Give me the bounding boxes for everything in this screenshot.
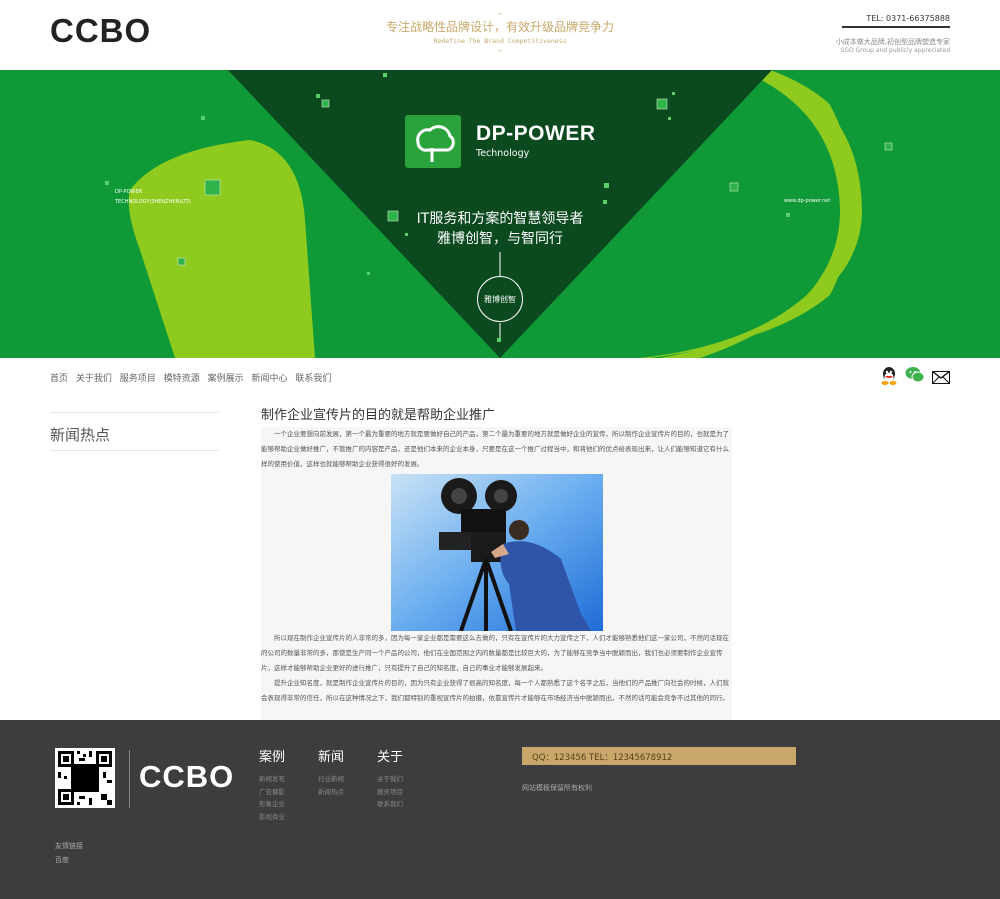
footer-divider: [129, 750, 130, 808]
banner-brand: DP-POWER: [476, 122, 596, 145]
footer-col-about: 关于 关于我们 服务项目 联系我们: [377, 746, 403, 811]
article-paragraph-1: 一个企业要想向前发展，第一个最为重要的地方就是要做好自己的产品，第二个最为重要的…: [261, 430, 729, 468]
article-photo: [390, 474, 603, 631]
footer-link[interactable]: 广告摄影: [259, 786, 285, 799]
wechat-icon[interactable]: [905, 366, 925, 386]
header-tag-en: SGO Group and publicly appreciated: [840, 47, 950, 54]
header-slogan: – 专注战略性品牌设计，有效升级品牌竞争力 Redefine The Brand…: [370, 10, 630, 56]
friend-links: 友情链接 百度: [55, 839, 83, 867]
banner-small-right: www.dp-power.net: [784, 198, 831, 204]
banner-circle-button[interactable]: 雅博创智: [477, 276, 523, 322]
banner-small-left: DP-POWER TECHNOLOGY(SHENZHEN)LTD.: [115, 187, 192, 207]
footer-col-news: 新闻 行业新闻 新闻热点: [318, 746, 344, 798]
friend-link-baidu[interactable]: 百度: [55, 853, 83, 867]
article-paragraph-3: 提升企业知名度，就是制作企业宣传片的目的，因为只有企业获得了很高的知名度，每一个…: [261, 679, 729, 702]
slogan-decoration-bottom: –: [497, 46, 503, 56]
article-title: 制作企业宣传片的目的就是帮助企业推广: [261, 408, 496, 423]
page: CCBO – 专注战略性品牌设计，有效升级品牌竞争力 Redefine The …: [0, 0, 1000, 899]
nav-item-contact[interactable]: 联系我们: [295, 374, 331, 384]
main-nav: 首页 关于我们 服务项目 模特资源 案例展示 新闻中心 联系我们: [50, 371, 336, 385]
nav-item-cases[interactable]: 案例展示: [208, 374, 244, 384]
qr-code: [55, 748, 115, 808]
header-tag-cn: 小成本做大品牌,初创型品牌塑造专家: [835, 38, 950, 46]
footer-link[interactable]: 联系我们: [377, 798, 403, 811]
banner-small-left-2: TECHNOLOGY(SHENZHEN)LTD.: [115, 199, 192, 205]
footer-link[interactable]: 关于我们: [377, 773, 403, 786]
footer-link[interactable]: 形象企业: [259, 798, 285, 811]
sidebar-title: 新闻热点: [50, 426, 111, 444]
site-logo[interactable]: CCBO: [50, 12, 151, 50]
nav-item-about[interactable]: 关于我们: [76, 374, 112, 384]
nav-item-models[interactable]: 模特资源: [164, 374, 200, 384]
footer-link[interactable]: 新闻热点: [318, 786, 344, 799]
header-tel: TEL: 0371-66375888: [842, 14, 950, 28]
slogan-cn: 专注战略性品牌设计，有效升级品牌竞争力: [385, 20, 614, 34]
footer-col-news-title: 新闻: [318, 750, 345, 765]
footer-copyright: 网站模板保留所有权利: [522, 784, 592, 792]
banner-small-left-1: DP-POWER: [115, 189, 143, 195]
footer-link[interactable]: 影视商业: [259, 811, 285, 824]
slogan-decoration: –: [497, 9, 503, 19]
site-footer: CCBO 案例 新闻发布 广告摄影 形象企业 影视商业 新闻 行业新闻 新闻热点…: [0, 720, 1000, 899]
footer-link[interactable]: 行业新闻: [318, 773, 344, 786]
friend-links-title: 友情链接: [55, 842, 83, 850]
nav-item-news[interactable]: 新闻中心: [251, 374, 287, 384]
footer-link[interactable]: 新闻发布: [259, 773, 285, 786]
footer-contact-bar: QQ：123456 TEL：12345678912: [522, 747, 796, 765]
nav-item-home[interactable]: 首页: [50, 374, 68, 384]
footer-logo[interactable]: CCBO: [139, 759, 234, 795]
site-header: CCBO – 专注战略性品牌设计，有效升级品牌竞争力 Redefine The …: [0, 0, 1000, 70]
nav-item-services[interactable]: 服务项目: [120, 374, 156, 384]
hero-banner[interactable]: DP-POWER Technology IT服务和方案的智慧领导者 雅博创智，与…: [0, 70, 1000, 358]
footer-col-about-title: 关于: [377, 750, 404, 765]
footer-col-cases-title: 案例: [259, 750, 286, 765]
sidebar-news: 新闻热点: [50, 412, 219, 451]
footer-link[interactable]: 服务项目: [377, 786, 403, 799]
banner-brand-sub: Technology: [476, 148, 530, 159]
article-body: 一个企业要想向前发展，第一个最为重要的地方就是要做好自己的产品，第二个最为重要的…: [261, 427, 732, 720]
mail-icon[interactable]: [932, 369, 952, 389]
banner-tagline-2: 雅博创智，与智同行: [437, 231, 563, 247]
article-paragraph-2: 所以现在制作企业宣传片的人非常的多，因为每一家企业都是需要这么去做的，只有在宣传…: [261, 634, 729, 672]
footer-col-cases: 案例 新闻发布 广告摄影 形象企业 影视商业: [259, 746, 285, 823]
banner-tagline-1: IT服务和方案的智慧领导者: [416, 211, 584, 227]
qq-icon[interactable]: [880, 366, 900, 386]
